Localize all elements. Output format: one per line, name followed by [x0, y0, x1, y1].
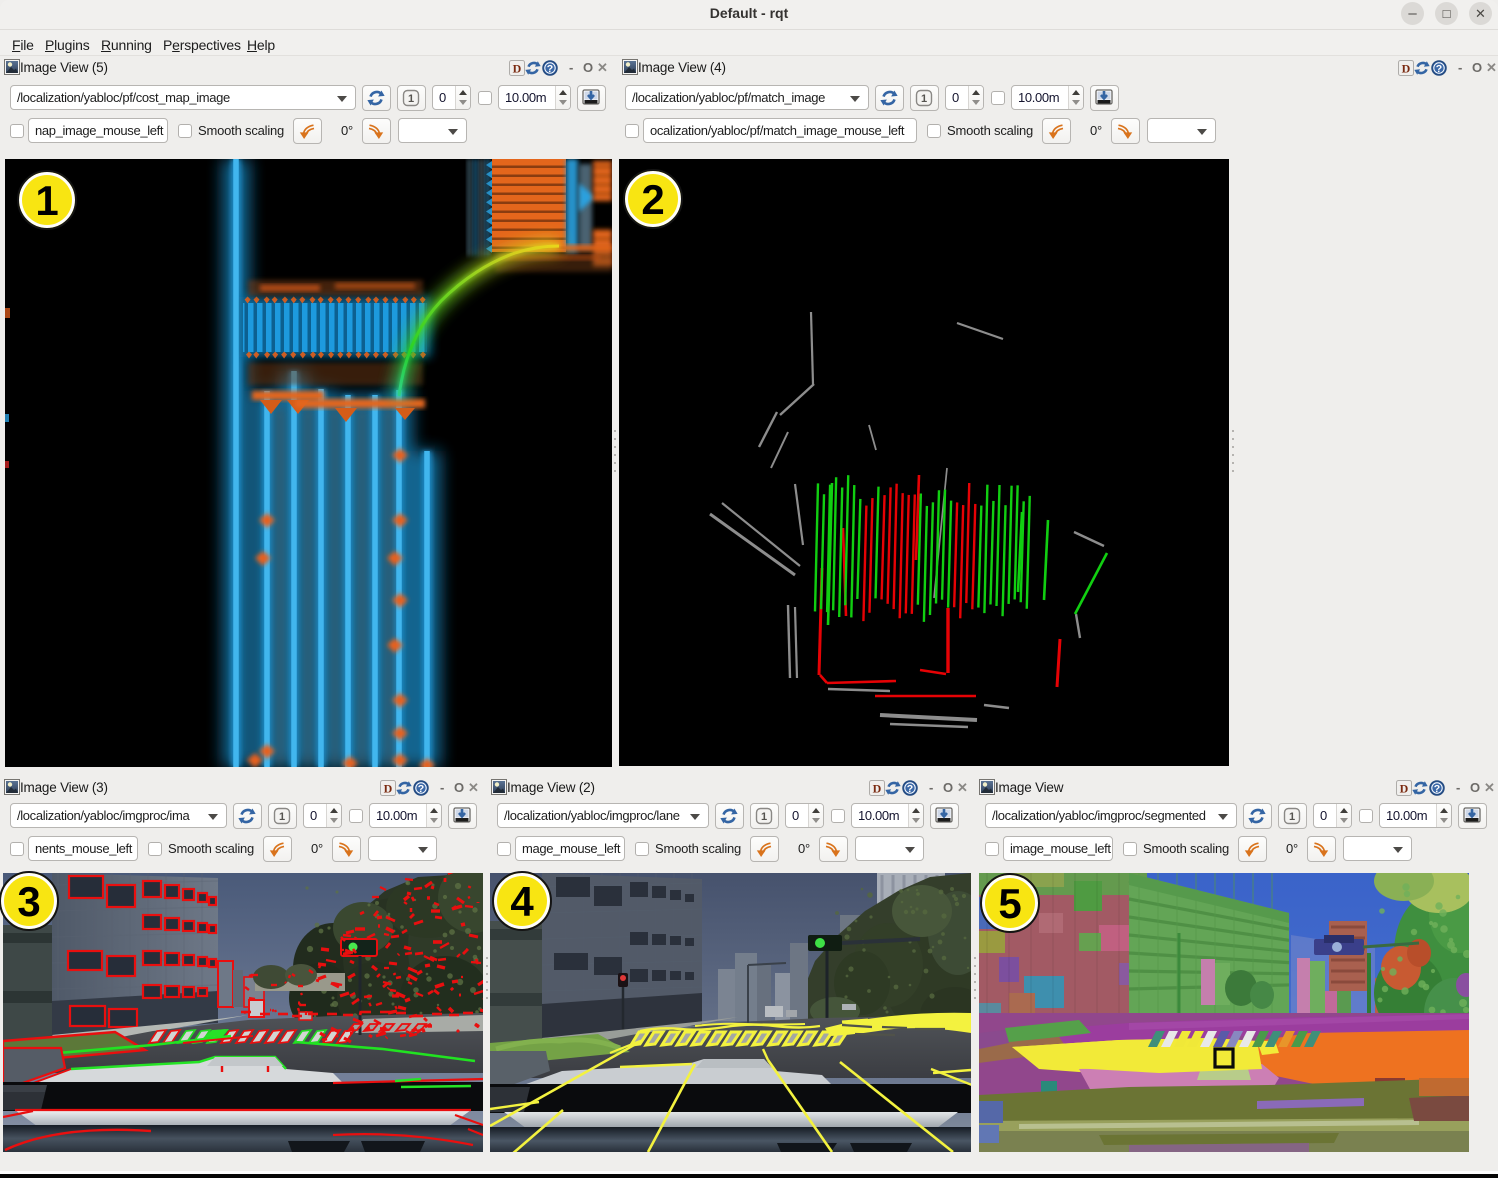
svg-text:D: D	[873, 782, 882, 796]
svg-text:1: 1	[408, 93, 414, 105]
svg-text:?: ?	[907, 783, 913, 795]
svg-text:?: ?	[1434, 783, 1440, 795]
svg-text:D: D	[513, 62, 522, 76]
svg-text:1: 1	[279, 811, 285, 823]
svg-text:D: D	[1402, 62, 1411, 76]
svg-text:?: ?	[418, 783, 424, 795]
svg-text:1: 1	[921, 93, 927, 105]
svg-text:D: D	[1400, 782, 1409, 796]
svg-text:D: D	[384, 782, 393, 796]
svg-text:1: 1	[761, 811, 767, 823]
svg-text:1: 1	[1289, 811, 1295, 823]
svg-text:?: ?	[547, 63, 553, 75]
svg-text:?: ?	[1436, 63, 1442, 75]
